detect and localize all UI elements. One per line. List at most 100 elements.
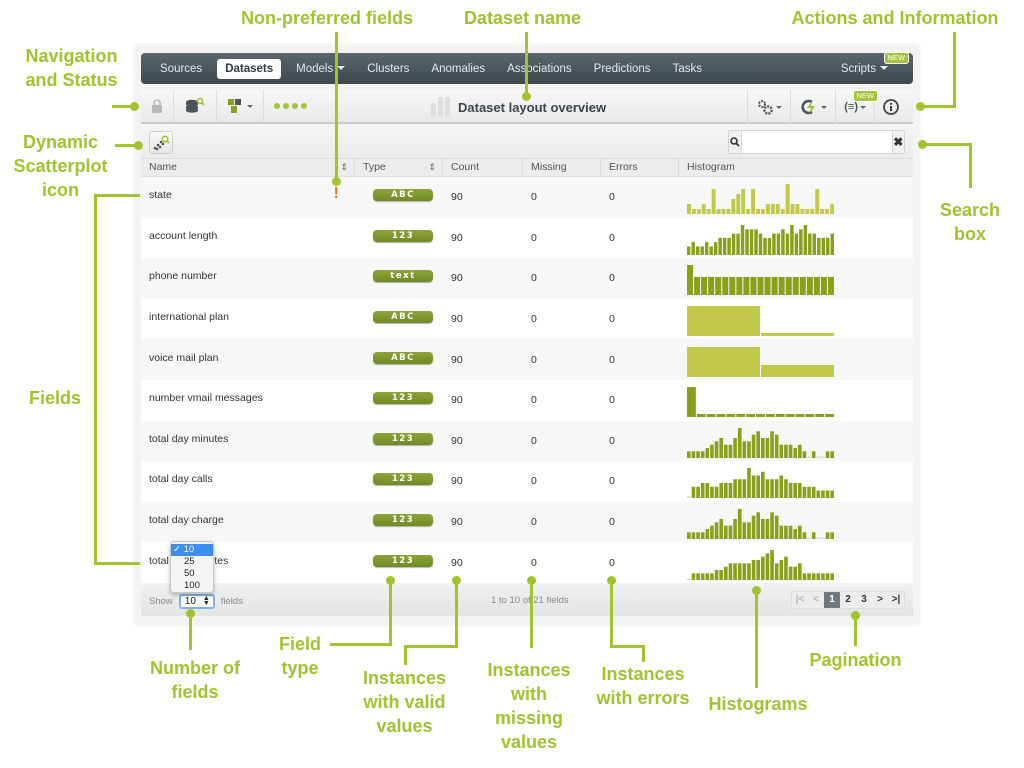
- histogram-bar: [714, 569, 719, 580]
- histogram[interactable]: [687, 302, 835, 337]
- histogram-bar: [710, 572, 714, 580]
- histogram-bar: [724, 525, 728, 540]
- table-row[interactable]: number vmail messages 123 90 0 0: [141, 379, 913, 421]
- histogram[interactable]: [687, 343, 835, 377]
- table-row[interactable]: total day charge 123 90 0 0: [141, 501, 913, 543]
- col-type[interactable]: Type ⇕: [355, 159, 443, 176]
- histogram-cell[interactable]: [679, 339, 913, 380]
- nav-predictions[interactable]: Predictions: [583, 59, 662, 79]
- configure-gears-icon[interactable]: [747, 90, 792, 124]
- histogram-bar: [811, 532, 816, 540]
- option-50[interactable]: 50: [171, 568, 213, 580]
- histogram-bar: [719, 437, 724, 458]
- histogram-cell[interactable]: [679, 258, 913, 299]
- table-row[interactable]: total day minutes 123 90 0 0: [141, 420, 913, 462]
- table-row[interactable]: international plan ABC 90 0 0: [141, 298, 913, 340]
- nav-sources[interactable]: Sources: [149, 59, 213, 79]
- histogram[interactable]: [687, 180, 835, 215]
- histogram-bar: [779, 444, 784, 458]
- page-3[interactable]: 3: [856, 592, 872, 608]
- annotation-missing: Instances with missing values: [487, 660, 571, 752]
- histogram-cell[interactable]: [679, 421, 913, 462]
- annotation-field-type: Field type: [278, 634, 321, 678]
- histogram-bar: [728, 562, 733, 580]
- prev-page-icon[interactable]: <: [808, 592, 824, 608]
- histogram[interactable]: [687, 261, 835, 296]
- histogram-bar: [798, 562, 802, 580]
- clear-search-icon[interactable]: ✖: [891, 131, 904, 153]
- histogram[interactable]: [687, 546, 835, 580]
- histogram-bar: [790, 204, 795, 215]
- nav-tasks[interactable]: Tasks: [662, 59, 713, 79]
- histogram[interactable]: [687, 464, 835, 499]
- filter-expression-icon[interactable]: (≡) NEW: [836, 90, 878, 124]
- dynamic-scatterplot-button[interactable]: [149, 131, 173, 154]
- table-row[interactable]: state! ABC 90 0 0: [141, 177, 913, 218]
- col-missing: Missing: [523, 159, 601, 176]
- histogram-cell[interactable]: [679, 461, 913, 502]
- histogram-bar: [742, 479, 747, 499]
- field-types-icon[interactable]: [217, 90, 264, 122]
- page-1[interactable]: 1: [824, 592, 840, 608]
- histogram-bar: [737, 479, 742, 499]
- missing-cell: 0: [531, 516, 537, 529]
- col-errors: Errors: [601, 159, 679, 176]
- table-row[interactable]: total day calls 123 90 0 0: [141, 461, 913, 502]
- histogram-bar: [816, 456, 821, 458]
- nav-anomalies[interactable]: Anomalies: [420, 59, 496, 79]
- histogram-cell[interactable]: [679, 299, 913, 340]
- histogram-bar: [749, 229, 754, 255]
- nav-clusters[interactable]: Clusters: [356, 59, 420, 79]
- histogram-bar: [799, 229, 803, 255]
- dataset-name: Dataset layout overview: [458, 99, 607, 115]
- actions-toolbar: (≡) NEW: [747, 90, 907, 124]
- histogram-bar: [696, 414, 706, 418]
- histogram-cell[interactable]: [679, 502, 913, 543]
- non-preferred-warning-icon[interactable]: !: [334, 185, 339, 203]
- one-click-model-icon[interactable]: [791, 90, 837, 124]
- histogram-cell[interactable]: [679, 380, 913, 421]
- histogram[interactable]: [687, 221, 835, 255]
- nav-associations[interactable]: Associations: [496, 59, 583, 79]
- table-row[interactable]: account length 123 90 0 0: [141, 217, 913, 259]
- info-icon[interactable]: [875, 90, 907, 124]
- histogram[interactable]: [687, 505, 835, 540]
- annotation-line: [755, 590, 758, 688]
- caret-down-icon: [247, 104, 253, 108]
- annotation-line: [642, 645, 645, 662]
- page-2[interactable]: 2: [840, 592, 856, 608]
- option-100[interactable]: 100: [171, 580, 213, 592]
- histogram-bar: [770, 204, 775, 215]
- nav-models[interactable]: Models: [285, 59, 356, 79]
- search-input[interactable]: [741, 131, 892, 153]
- histogram-bar: [816, 572, 821, 580]
- nav-datasets[interactable]: Datasets: [217, 58, 282, 79]
- histogram[interactable]: [687, 383, 835, 418]
- histogram-cell[interactable]: [679, 218, 913, 259]
- nav-scripts[interactable]: Scripts NEW: [830, 51, 909, 79]
- histogram-bar: [812, 233, 817, 255]
- option-10[interactable]: ✓ 10: [171, 544, 213, 556]
- histogram-bar: [756, 414, 765, 418]
- annotation-histograms: Histograms: [708, 694, 808, 714]
- histogram-cell[interactable]: [679, 542, 913, 583]
- last-page-icon[interactable]: >|: [888, 592, 904, 608]
- option-25[interactable]: 25: [171, 556, 213, 568]
- col-name[interactable]: Name ⇕: [141, 159, 355, 176]
- table-row[interactable]: phone number text 90 0 0: [141, 258, 913, 299]
- table-row[interactable]: voice mail plan ABC 90 0 0: [141, 339, 913, 380]
- histogram-bar: [736, 277, 743, 296]
- first-page-icon[interactable]: |<: [792, 592, 808, 608]
- next-page-icon[interactable]: >: [872, 592, 888, 608]
- dataset-search-icon[interactable]: [174, 90, 217, 122]
- histogram-bar: [687, 451, 691, 458]
- lock-icon[interactable]: [141, 90, 174, 122]
- histogram-bar: [722, 237, 727, 255]
- histogram[interactable]: [687, 424, 835, 458]
- histogram-bar: [709, 246, 713, 255]
- count-cell: 90: [451, 516, 463, 529]
- histogram-cell[interactable]: [679, 177, 913, 218]
- page-size-select[interactable]: 10 ▲ ▼: [178, 594, 215, 609]
- histogram-bar: [780, 209, 785, 215]
- caret-down-icon: [821, 105, 828, 109]
